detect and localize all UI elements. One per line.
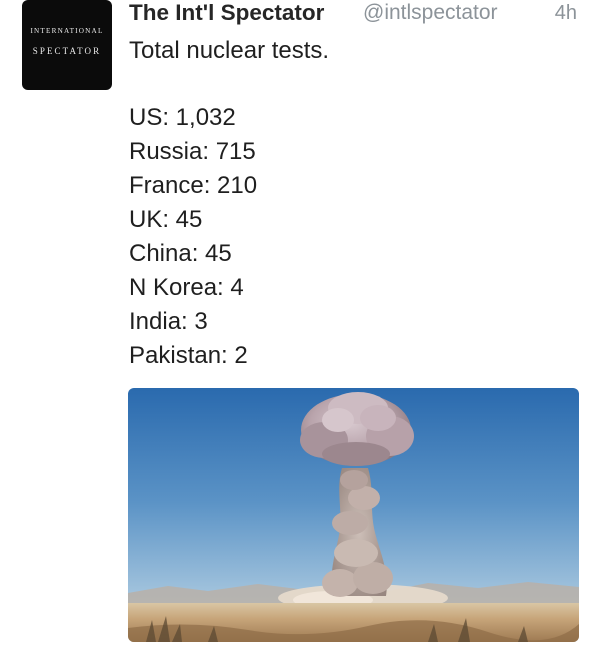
tweet: INTERNATIONAL SPECTATOR The Int'l Specta… bbox=[0, 0, 600, 656]
list-item: N Korea: 4 bbox=[129, 274, 244, 301]
tweet-timestamp[interactable]: 4h bbox=[555, 0, 577, 26]
mushroom-cloud-photo bbox=[128, 388, 579, 642]
user-handle[interactable]: @intlspectator bbox=[363, 0, 498, 26]
list-item: UK: 45 bbox=[129, 206, 203, 233]
list-item: India: 3 bbox=[129, 308, 208, 335]
list-item: Russia: 715 bbox=[129, 138, 256, 165]
list-item: US: 1,032 bbox=[129, 104, 236, 131]
tweet-intro: Total nuclear tests. bbox=[129, 37, 330, 64]
tweet-header: The Int'l Spectator @intlspectator 4h bbox=[129, 0, 579, 26]
list-item: Pakistan: 2 bbox=[129, 342, 248, 369]
list-item: China: 45 bbox=[129, 240, 232, 267]
list-item: France: 210 bbox=[129, 172, 258, 199]
avatar[interactable]: INTERNATIONAL SPECTATOR bbox=[22, 0, 112, 90]
display-name[interactable]: The Int'l Spectator bbox=[129, 0, 324, 26]
avatar-logo-line1: INTERNATIONAL bbox=[30, 26, 104, 35]
tweet-photo[interactable] bbox=[128, 388, 579, 642]
avatar-logo-line2: SPECTATOR bbox=[32, 46, 102, 57]
tweet-text: Total nuclear tests. US: 1,032 Russia: 7… bbox=[129, 34, 579, 373]
